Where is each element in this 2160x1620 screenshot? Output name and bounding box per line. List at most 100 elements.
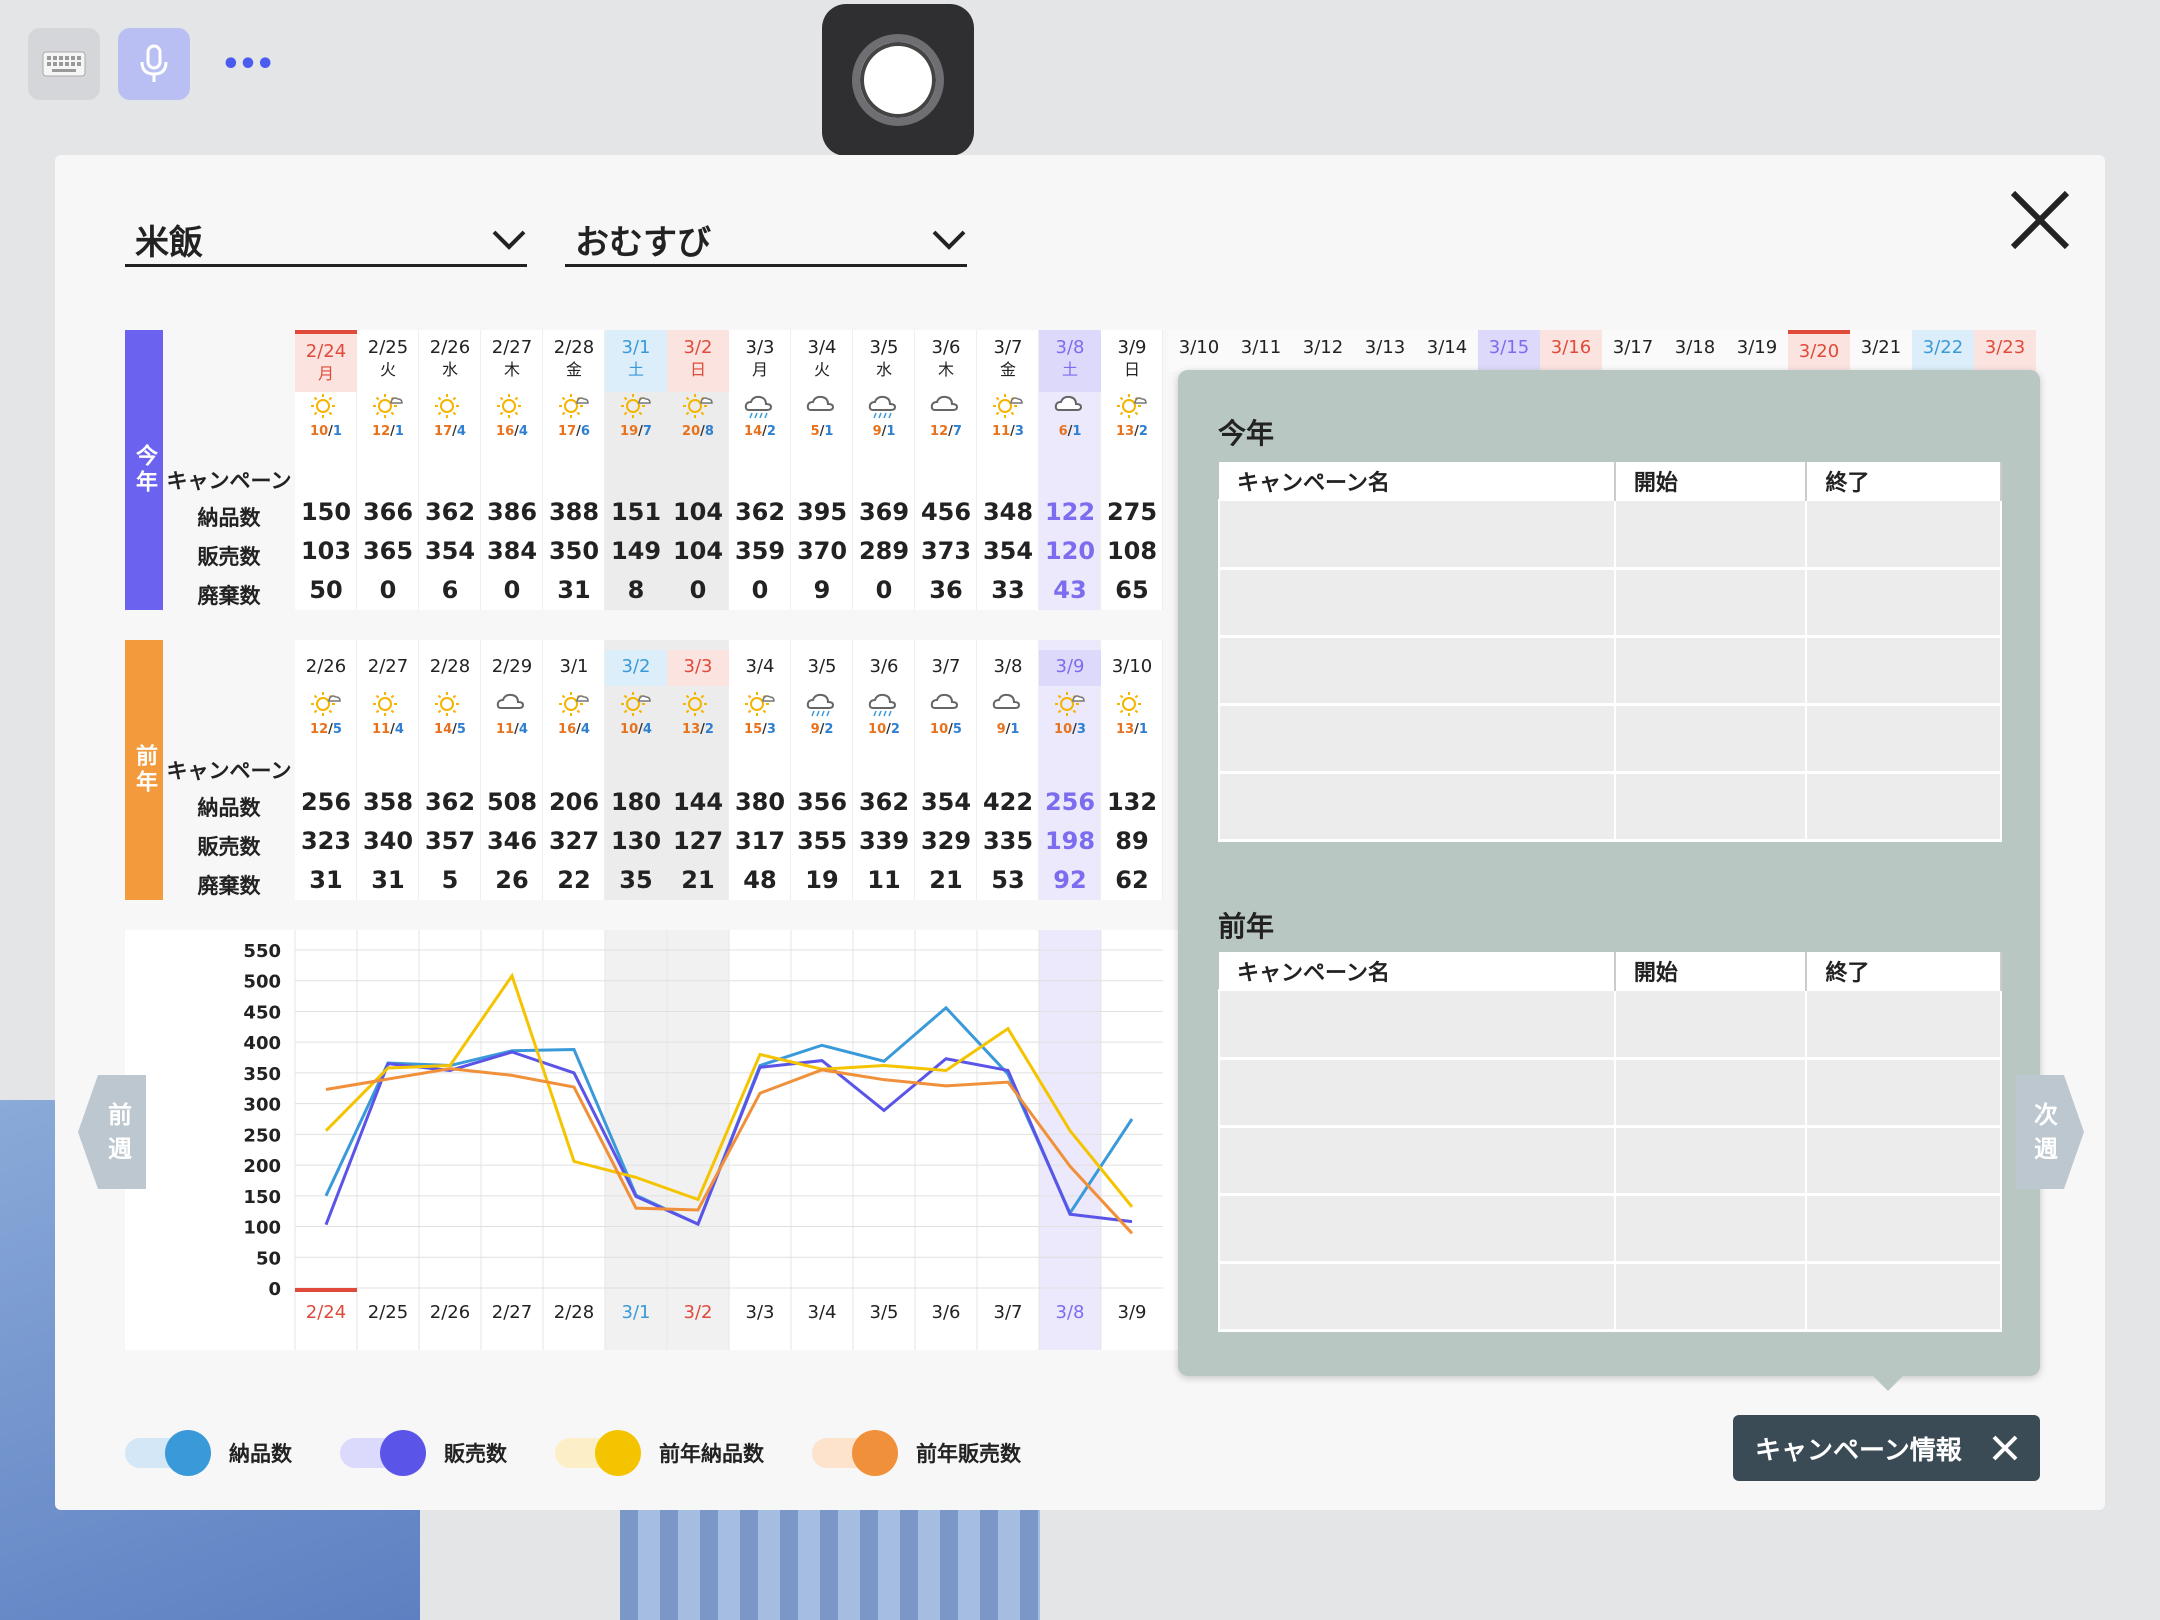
temperature-label: 11/4	[357, 722, 419, 737]
chart-column-bg	[357, 930, 419, 1350]
keyboard-icon	[42, 51, 86, 77]
legend-toggle[interactable]: 納品数	[125, 1430, 292, 1476]
close-icon[interactable]	[1990, 1433, 2020, 1463]
date-header[interactable]: 3/6	[853, 650, 915, 686]
date-header[interactable]: 3/14	[1416, 330, 1478, 372]
date-header[interactable]: 2/24 月	[295, 330, 357, 392]
keyboard-button[interactable]	[28, 28, 100, 100]
chart-column-bg	[853, 930, 915, 1350]
date-header[interactable]: 3/1	[543, 650, 605, 686]
rain-icon	[868, 693, 897, 717]
toggle-switch[interactable]	[555, 1430, 641, 1476]
date-header[interactable]: 3/12	[1292, 330, 1354, 372]
campaign-info-button[interactable]: キャンペーン情報	[1733, 1415, 2040, 1481]
table-row[interactable]	[1218, 1057, 2002, 1128]
date-header[interactable]: 3/3 月	[729, 330, 791, 392]
date-label: 3/6	[931, 337, 961, 358]
table-cell	[1613, 1261, 1808, 1332]
next-week-button[interactable]: 次 週	[2016, 1075, 2084, 1189]
date-header[interactable]: 3/11	[1230, 330, 1292, 372]
date-header[interactable]: 3/3	[667, 650, 729, 686]
date-header[interactable]: 2/25 火	[357, 330, 419, 392]
category-select[interactable]: 米飯	[125, 215, 527, 267]
table-row[interactable]	[1218, 989, 2002, 1060]
date-header[interactable]: 3/10	[1168, 330, 1230, 372]
table-row[interactable]	[1218, 1193, 2002, 1264]
date-header[interactable]: 3/1 土	[605, 330, 667, 392]
date-header[interactable]: 3/13	[1354, 330, 1416, 372]
date-header[interactable]: 3/8 土	[1039, 330, 1101, 392]
toggle-switch[interactable]	[340, 1430, 426, 1476]
date-label: 3/19	[1736, 337, 1778, 358]
value-cell-delivered: 369	[858, 498, 910, 526]
value-cell-sold: 289	[858, 537, 910, 565]
date-label: 3/3	[745, 337, 775, 358]
weekday-label: 火	[813, 360, 830, 379]
table-row[interactable]	[1218, 771, 2002, 842]
sun-icon	[435, 692, 459, 716]
table-row[interactable]	[1218, 703, 2002, 774]
table-row[interactable]	[1218, 499, 2002, 570]
date-header[interactable]: 3/22	[1912, 330, 1974, 372]
date-header[interactable]: 2/27 木	[481, 330, 543, 392]
date-header[interactable]: 3/9 日	[1101, 330, 1163, 392]
date-header[interactable]: 2/26	[295, 650, 357, 686]
toggle-knob	[852, 1430, 898, 1476]
table-row[interactable]	[1218, 567, 2002, 638]
partly-sunny-icon	[1117, 394, 1147, 418]
temp-low: 5	[332, 722, 342, 737]
date-header[interactable]: 3/9	[1039, 650, 1101, 686]
date-header[interactable]: 2/29	[481, 650, 543, 686]
date-label: 3/11	[1240, 337, 1282, 358]
date-header[interactable]: 2/27	[357, 650, 419, 686]
date-header[interactable]: 3/18	[1664, 330, 1726, 372]
previous-week-button[interactable]: 前 週	[78, 1075, 146, 1189]
legend-toggle[interactable]: 販売数	[340, 1430, 507, 1476]
table-cell	[1218, 1057, 1616, 1128]
date-header[interactable]: 2/28	[419, 650, 481, 686]
x-tick-label: 2/25	[368, 1302, 408, 1323]
date-header[interactable]: 3/5	[791, 650, 853, 686]
date-header[interactable]: 3/17	[1602, 330, 1664, 372]
subcategory-select[interactable]: おむすび	[565, 215, 967, 267]
value-cell-waste: 36	[929, 576, 963, 604]
date-header[interactable]: 3/21	[1850, 330, 1912, 372]
toggle-switch[interactable]	[812, 1430, 898, 1476]
date-header[interactable]: 3/5 水	[853, 330, 915, 392]
temperature-label: 14/5	[419, 722, 481, 737]
date-header[interactable]: 3/20	[1788, 330, 1850, 372]
value-cell-sold: 130	[610, 827, 662, 855]
date-header[interactable]: 3/7	[915, 650, 977, 686]
microphone-button[interactable]	[118, 28, 190, 100]
date-label: 3/4	[807, 337, 837, 358]
date-header[interactable]: 3/6 木	[915, 330, 977, 392]
date-header[interactable]: 3/19	[1726, 330, 1788, 372]
toggle-switch[interactable]	[125, 1430, 211, 1476]
date-header[interactable]: 3/15	[1478, 330, 1540, 372]
legend-toggle[interactable]: 前年販売数	[812, 1430, 1021, 1476]
date-header[interactable]: 2/26 水	[419, 330, 481, 392]
table-row[interactable]	[1218, 1125, 2002, 1196]
date-header[interactable]: 3/4	[729, 650, 791, 686]
assistive-touch-button[interactable]	[822, 4, 974, 156]
table-cell	[1613, 771, 1808, 842]
date-label: 2/27	[491, 337, 533, 358]
table-cell	[1805, 1193, 2002, 1264]
more-options-button[interactable]: •••	[218, 28, 276, 100]
date-label: 2/25	[367, 337, 409, 358]
weekday-label: 日	[689, 360, 706, 379]
date-header[interactable]: 3/2 日	[667, 330, 729, 392]
legend-toggle[interactable]: 前年納品数	[555, 1430, 764, 1476]
date-header[interactable]: 3/16	[1540, 330, 1602, 372]
temp-high: 12	[310, 722, 329, 737]
date-header[interactable]: 2/28 金	[543, 330, 605, 392]
date-header[interactable]: 3/2	[605, 650, 667, 686]
date-header[interactable]: 3/8	[977, 650, 1039, 686]
table-row[interactable]	[1218, 635, 2002, 706]
date-header[interactable]: 3/23	[1974, 330, 2036, 372]
table-row[interactable]	[1218, 1261, 2002, 1332]
date-header[interactable]: 3/10	[1101, 650, 1163, 686]
close-icon[interactable]	[2005, 185, 2075, 255]
date-header[interactable]: 3/4 火	[791, 330, 853, 392]
date-header[interactable]: 3/7 金	[977, 330, 1039, 392]
